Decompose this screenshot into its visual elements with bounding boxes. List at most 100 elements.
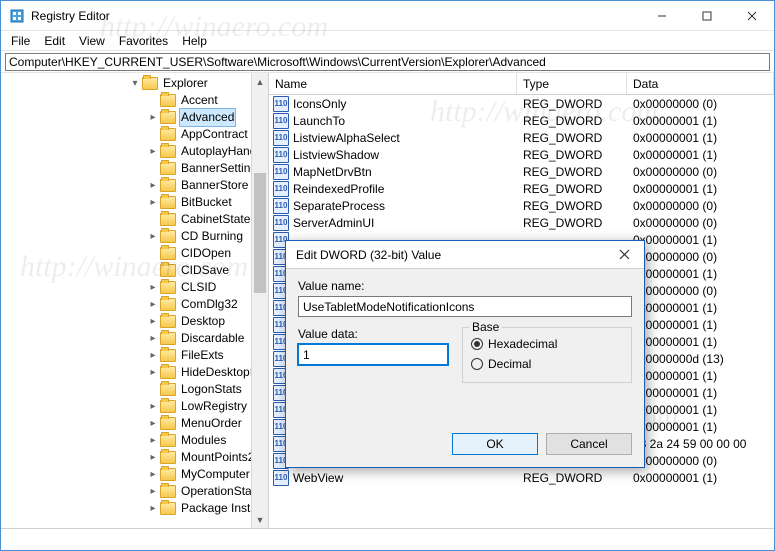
chevron-right-icon[interactable]: ▸ bbox=[146, 364, 160, 381]
tree-label: Explorer bbox=[161, 75, 210, 92]
chevron-right-icon[interactable]: ▸ bbox=[146, 466, 160, 483]
value-row[interactable]: 110WebViewREG_DWORD0x00000001 (1) bbox=[269, 469, 774, 486]
tree-item[interactable]: ▸MountPoints2 bbox=[1, 449, 268, 466]
value-data: 0x0000000d (13) bbox=[627, 352, 774, 366]
chevron-right-icon[interactable]: ▸ bbox=[146, 415, 160, 432]
value-data: 53 2a 24 59 00 00 00 bbox=[627, 437, 774, 451]
col-header-name[interactable]: Name bbox=[269, 73, 517, 94]
tree-item[interactable]: ▸Advanced bbox=[1, 109, 268, 126]
folder-icon bbox=[160, 128, 176, 141]
radio-hexadecimal[interactable]: Hexadecimal bbox=[471, 334, 623, 354]
tree-item[interactable]: ▸OperationStat bbox=[1, 483, 268, 500]
scroll-up-icon[interactable]: ▲ bbox=[252, 73, 268, 90]
chevron-right-icon[interactable]: ▸ bbox=[146, 313, 160, 330]
chevron-right-icon[interactable]: ▸ bbox=[146, 143, 160, 160]
cancel-button[interactable]: Cancel bbox=[546, 433, 632, 455]
tree-label: LogonStats bbox=[179, 381, 244, 398]
tree-scrollbar[interactable]: ▲ ▼ bbox=[251, 73, 268, 528]
chevron-right-icon[interactable] bbox=[146, 211, 160, 228]
value-data: 0x00000000 (0) bbox=[627, 454, 774, 468]
tree-item[interactable]: ▸Modules bbox=[1, 432, 268, 449]
maximize-button[interactable] bbox=[684, 1, 729, 30]
chevron-right-icon[interactable]: ▸ bbox=[146, 347, 160, 364]
tree-item[interactable]: CabinetState bbox=[1, 211, 268, 228]
chevron-right-icon[interactable] bbox=[146, 245, 160, 262]
value-row[interactable]: 110ListviewAlphaSelectREG_DWORD0x0000000… bbox=[269, 129, 774, 146]
folder-icon bbox=[160, 417, 176, 430]
chevron-right-icon[interactable]: ▸ bbox=[146, 398, 160, 415]
value-row[interactable]: 110IconsOnlyREG_DWORD0x00000000 (0) bbox=[269, 95, 774, 112]
value-row[interactable]: 110ReindexedProfileREG_DWORD0x00000001 (… bbox=[269, 180, 774, 197]
menu-edit[interactable]: Edit bbox=[38, 33, 71, 49]
tree-item[interactable]: ▸LowRegistry bbox=[1, 398, 268, 415]
tree-item[interactable]: ▸AutoplayHandl bbox=[1, 143, 268, 160]
value-row[interactable]: 110ServerAdminUIREG_DWORD0x00000000 (0) bbox=[269, 214, 774, 231]
chevron-right-icon[interactable]: ▸ bbox=[146, 177, 160, 194]
tree-item[interactable]: ▸HideDesktopIc bbox=[1, 364, 268, 381]
chevron-right-icon[interactable] bbox=[146, 126, 160, 143]
tree-item[interactable]: Accent bbox=[1, 92, 268, 109]
chevron-right-icon[interactable]: ▸ bbox=[146, 483, 160, 500]
chevron-right-icon[interactable]: ▸ bbox=[146, 228, 160, 245]
tree-item[interactable]: ▸Discardable bbox=[1, 330, 268, 347]
col-header-type[interactable]: Type bbox=[517, 73, 627, 94]
ok-button[interactable]: OK bbox=[452, 433, 538, 455]
value-name-input[interactable] bbox=[298, 296, 632, 317]
minimize-button[interactable] bbox=[639, 1, 684, 30]
menu-file[interactable]: File bbox=[5, 33, 36, 49]
tree-item[interactable]: ▸BitBucket bbox=[1, 194, 268, 211]
dialog-body: Value name: Value data: Base Hexadecimal… bbox=[286, 269, 644, 423]
value-row[interactable]: 110SeparateProcessREG_DWORD0x00000000 (0… bbox=[269, 197, 774, 214]
dialog-close-button[interactable] bbox=[604, 241, 644, 269]
scroll-thumb[interactable] bbox=[254, 173, 266, 293]
chevron-right-icon[interactable] bbox=[146, 262, 160, 279]
tree-item[interactable]: ▸Desktop bbox=[1, 313, 268, 330]
chevron-right-icon[interactable]: ▸ bbox=[146, 449, 160, 466]
value-row[interactable]: 110ListviewShadowREG_DWORD0x00000001 (1) bbox=[269, 146, 774, 163]
tree-item[interactable]: ▸ CD Burning bbox=[1, 228, 268, 245]
menu-view[interactable]: View bbox=[73, 33, 111, 49]
value-data: 0x00000000 (0) bbox=[627, 284, 774, 298]
tree-item[interactable]: ▸MyComputer bbox=[1, 466, 268, 483]
dword-icon: 110 bbox=[273, 164, 289, 180]
dword-icon: 110 bbox=[273, 113, 289, 129]
scroll-down-icon[interactable]: ▼ bbox=[252, 511, 268, 528]
menu-favorites[interactable]: Favorites bbox=[113, 33, 174, 49]
value-data-input[interactable] bbox=[298, 344, 448, 365]
tree-label: CabinetState bbox=[179, 211, 252, 228]
close-button[interactable] bbox=[729, 1, 774, 30]
tree-item[interactable]: ▸MenuOrder bbox=[1, 415, 268, 432]
tree-label: CD Burning bbox=[179, 228, 245, 245]
tree-item[interactable]: ▸ComDlg32 bbox=[1, 296, 268, 313]
chevron-right-icon[interactable]: ▸ bbox=[146, 194, 160, 211]
menu-help[interactable]: Help bbox=[176, 33, 213, 49]
tree-item[interactable]: ▸FileExts bbox=[1, 347, 268, 364]
chevron-right-icon[interactable]: ▸ bbox=[146, 109, 160, 126]
chevron-right-icon[interactable] bbox=[146, 160, 160, 177]
tree-item[interactable]: BannerSetting bbox=[1, 160, 268, 177]
tree-item[interactable]: LogonStats bbox=[1, 381, 268, 398]
tree-item[interactable]: ▸CLSID bbox=[1, 279, 268, 296]
chevron-right-icon[interactable]: ▸ bbox=[146, 279, 160, 296]
tree-pane[interactable]: ▾ Explorer Accent▸Advanced AppContract▸Au… bbox=[1, 73, 269, 528]
tree-item[interactable]: ▸BannerStore bbox=[1, 177, 268, 194]
radio-decimal[interactable]: Decimal bbox=[471, 354, 623, 374]
tree-item-explorer[interactable]: ▾ Explorer bbox=[1, 75, 268, 92]
chevron-right-icon[interactable]: ▸ bbox=[146, 330, 160, 347]
col-header-data[interactable]: Data bbox=[627, 73, 774, 94]
tree-item[interactable]: CIDOpen bbox=[1, 245, 268, 262]
tree-item[interactable]: AppContract bbox=[1, 126, 268, 143]
chevron-right-icon[interactable]: ▸ bbox=[146, 432, 160, 449]
chevron-down-icon[interactable]: ▾ bbox=[128, 75, 142, 92]
tree-item[interactable]: ▸Package Instal bbox=[1, 500, 268, 517]
dialog-title: Edit DWORD (32-bit) Value bbox=[296, 248, 604, 262]
chevron-right-icon[interactable] bbox=[146, 381, 160, 398]
chevron-right-icon[interactable] bbox=[146, 92, 160, 109]
value-data: 0x00000001 (1) bbox=[627, 233, 774, 247]
tree-item[interactable]: CIDSave bbox=[1, 262, 268, 279]
value-row[interactable]: 110MapNetDrvBtnREG_DWORD0x00000000 (0) bbox=[269, 163, 774, 180]
value-row[interactable]: 110LaunchToREG_DWORD0x00000001 (1) bbox=[269, 112, 774, 129]
chevron-right-icon[interactable]: ▸ bbox=[146, 296, 160, 313]
address-input[interactable] bbox=[5, 53, 770, 71]
chevron-right-icon[interactable]: ▸ bbox=[146, 500, 160, 517]
